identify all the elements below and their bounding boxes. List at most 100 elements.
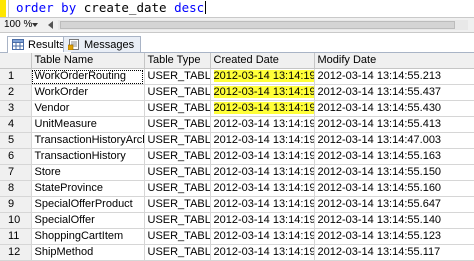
- row-number-cell[interactable]: 4: [0, 116, 32, 133]
- scroll-left-arrow-icon[interactable]: [45, 19, 57, 31]
- modify-date-cell[interactable]: 2012-03-14 13:14:55.117: [314, 244, 474, 261]
- table-name-cell[interactable]: TransactionHistoryArchive: [31, 132, 145, 149]
- messages-icon: [68, 39, 79, 50]
- created-date-cell[interactable]: 2012-03-14 13:14:19.600: [210, 228, 315, 245]
- modify-date-cell[interactable]: 2012-03-14 13:14:55.437: [314, 84, 474, 101]
- table-name-cell[interactable]: ShoppingCartItem: [31, 228, 145, 245]
- table-row[interactable]: 3 Vendor USER_TABLE2012-03-14 13:14:19.650…: [0, 100, 474, 117]
- table-row[interactable]: 8StateProvinceUSER_TABLE2012-03-14 13:14…: [0, 180, 474, 197]
- table-name-cell[interactable]: Vendor: [31, 100, 145, 117]
- row-number-cell[interactable]: 9: [0, 196, 32, 213]
- horizontal-scrollbar-thumb[interactable]: [60, 21, 455, 29]
- modify-date-cell[interactable]: 2012-03-14 13:14:55.163: [314, 148, 474, 165]
- table-name-cell-text: ShoppingCartItem: [34, 230, 124, 242]
- table-type-cell[interactable]: USER_TABLE: [144, 116, 211, 133]
- row-number-cell[interactable]: 2: [0, 84, 32, 101]
- table-type-cell[interactable]: USER_TABLE: [144, 68, 211, 85]
- row-number-cell-text: 5: [8, 134, 15, 146]
- table-row[interactable]: 2 WorkOrder USER_TABLE2012-03-14 13:14:19.…: [0, 84, 474, 101]
- column-header-table-name[interactable]: Table Name: [31, 53, 145, 69]
- column-header-table-type[interactable]: Table Type: [144, 53, 211, 69]
- table-row[interactable]: 12ShipMethodUSER_TABLE2012-03-14 13:14:1…: [0, 244, 474, 261]
- modify-date-cell[interactable]: 2012-03-14 13:14:55.123: [314, 228, 474, 245]
- table-type-cell[interactable]: USER_TABLE: [144, 212, 211, 229]
- table-type-cell-text: USER_TABLE: [147, 230, 210, 242]
- table-name-cell[interactable]: UnitMeasure: [31, 116, 145, 133]
- table-name-cell[interactable]: WorkOrder: [31, 84, 145, 101]
- table-type-cell[interactable]: USER_TABLE: [144, 244, 211, 261]
- created-date-cell[interactable]: 2012-03-14 13:14:19.657: [210, 84, 315, 101]
- modify-date-cell[interactable]: 2012-03-14 13:14:55.160: [314, 180, 474, 197]
- row-number-cell[interactable]: 3: [0, 100, 32, 117]
- table-name-cell[interactable]: ShipMethod: [31, 244, 145, 261]
- created-date-cell[interactable]: 2012-03-14 13:14:19.623: [210, 164, 315, 181]
- modify-date-cell[interactable]: 2012-03-14 13:14:55.213: [314, 68, 474, 85]
- modify-date-cell[interactable]: 2012-03-14 13:14:55.150: [314, 164, 474, 181]
- table-type-cell[interactable]: USER_TABLE: [144, 180, 211, 197]
- created-date-cell[interactable]: 2012-03-14 13:14:19.633: [210, 148, 315, 165]
- table-name-cell[interactable]: TransactionHistory: [31, 148, 145, 165]
- tab-results-label: Results: [28, 39, 65, 51]
- table-type-cell-text: USER_TABLE: [147, 198, 210, 210]
- table-type-cell[interactable]: USER_TABLE: [144, 84, 211, 101]
- tab-results[interactable]: Results: [7, 36, 72, 53]
- grid-body: 1WorkOrderRoutingUSER_TABLE2012-03-14 13…: [0, 68, 474, 261]
- table-type-cell[interactable]: USER_TABLE: [144, 132, 211, 149]
- row-number-cell[interactable]: 1: [0, 68, 32, 85]
- row-number-cell[interactable]: 12: [0, 244, 32, 261]
- query-editor[interactable]: order by create_date desc: [0, 0, 474, 17]
- table-name-cell-text: StateProvince: [34, 182, 103, 194]
- created-date-cell[interactable]: 2012-03-14 13:14:19.640: [210, 132, 315, 149]
- table-type-cell[interactable]: USER_TABLE: [144, 164, 211, 181]
- tab-messages[interactable]: Messages: [63, 36, 142, 52]
- row-number-cell[interactable]: 6: [0, 148, 32, 165]
- table-name-cell[interactable]: WorkOrderRouting: [31, 68, 145, 85]
- created-date-cell[interactable]: 2012-03-14 13:14:19.597: [210, 244, 315, 261]
- table-row[interactable]: 7 Store USER_TABLE2012-03-14 13:14:19.6232…: [0, 164, 474, 181]
- table-type-cell-text: USER_TABLE: [147, 134, 210, 146]
- table-type-cell[interactable]: USER_TABLE: [144, 196, 211, 213]
- modify-date-cell-text: 2012-03-14 13:14:55.437: [317, 86, 442, 98]
- row-number-cell[interactable]: 10: [0, 212, 32, 229]
- row-number-cell[interactable]: 11: [0, 228, 32, 245]
- table-row[interactable]: 9SpecialOfferProductUSER_TABLE2012-03-14…: [0, 196, 474, 213]
- modify-date-cell-text: 2012-03-14 13:14:55.123: [317, 230, 442, 242]
- row-number-cell[interactable]: 5: [0, 132, 32, 149]
- column-header-rownum[interactable]: [0, 53, 32, 69]
- table-row[interactable]: 4 UnitMeasure USER_TABLE2012-03-14 13:14:1…: [0, 116, 474, 133]
- modify-date-cell[interactable]: 2012-03-14 13:14:55.140: [314, 212, 474, 229]
- created-date-cell[interactable]: 2012-03-14 13:14:19.610: [210, 212, 315, 229]
- created-date-cell[interactable]: 2012-03-14 13:14:19.663: [210, 68, 315, 85]
- table-row[interactable]: 10SpecialOfferUSER_TABLE2012-03-14 13:14…: [0, 212, 474, 229]
- table-type-cell[interactable]: USER_TABLE: [144, 228, 211, 245]
- keyword-order: order: [16, 0, 54, 15]
- created-date-cell[interactable]: 2012-03-14 13:14:19.650: [210, 100, 315, 117]
- table-name-cell[interactable]: SpecialOfferProduct: [31, 196, 145, 213]
- table-name-cell-text: TransactionHistory: [34, 150, 126, 162]
- table-type-cell[interactable]: USER_TABLE: [144, 148, 211, 165]
- created-date-cell[interactable]: 2012-03-14 13:14:19.620: [210, 180, 315, 197]
- table-row[interactable]: 11ShoppingCartItemUSER_TABLE2012-03-14 1…: [0, 228, 474, 245]
- table-row[interactable]: 5TransactionHistoryArchiveUSER_TABLE2012…: [0, 132, 474, 149]
- modify-date-cell[interactable]: 2012-03-14 13:14:55.430: [314, 100, 474, 117]
- created-date-cell[interactable]: 2012-03-14 13:14:19.647: [210, 116, 315, 133]
- modify-date-cell[interactable]: 2012-03-14 13:14:47.003: [314, 132, 474, 149]
- column-header-modify-date[interactable]: Modify Date: [314, 53, 474, 69]
- table-row[interactable]: 6TransactionHistoryUSER_TABLE2012-03-14 …: [0, 148, 474, 165]
- created-date-cell[interactable]: 2012-03-14 13:14:19.613: [210, 196, 315, 213]
- table-name-cell[interactable]: SpecialOffer: [31, 212, 145, 229]
- modify-date-cell-text: 2012-03-14 13:14:55.150: [317, 166, 442, 178]
- modify-date-cell[interactable]: 2012-03-14 13:14:55.413: [314, 116, 474, 133]
- table-name-cell[interactable]: Store: [31, 164, 145, 181]
- table-row[interactable]: 1WorkOrderRoutingUSER_TABLE2012-03-14 13…: [0, 68, 474, 85]
- table-name-cell[interactable]: StateProvince: [31, 180, 145, 197]
- table-type-cell[interactable]: USER_TABLE: [144, 100, 211, 117]
- modify-date-cell[interactable]: 2012-03-14 13:14:55.647: [314, 196, 474, 213]
- row-number-cell-text: 3: [8, 102, 15, 114]
- zoom-select[interactable]: 100 %: [4, 19, 38, 31]
- row-number-cell[interactable]: 8: [0, 180, 32, 197]
- column-header-created-date[interactable]: Created Date: [210, 53, 315, 69]
- query-text[interactable]: order by create_date desc: [16, 0, 207, 15]
- table-name-cell-text: SpecialOfferProduct: [34, 198, 133, 210]
- row-number-cell[interactable]: 7: [0, 164, 32, 181]
